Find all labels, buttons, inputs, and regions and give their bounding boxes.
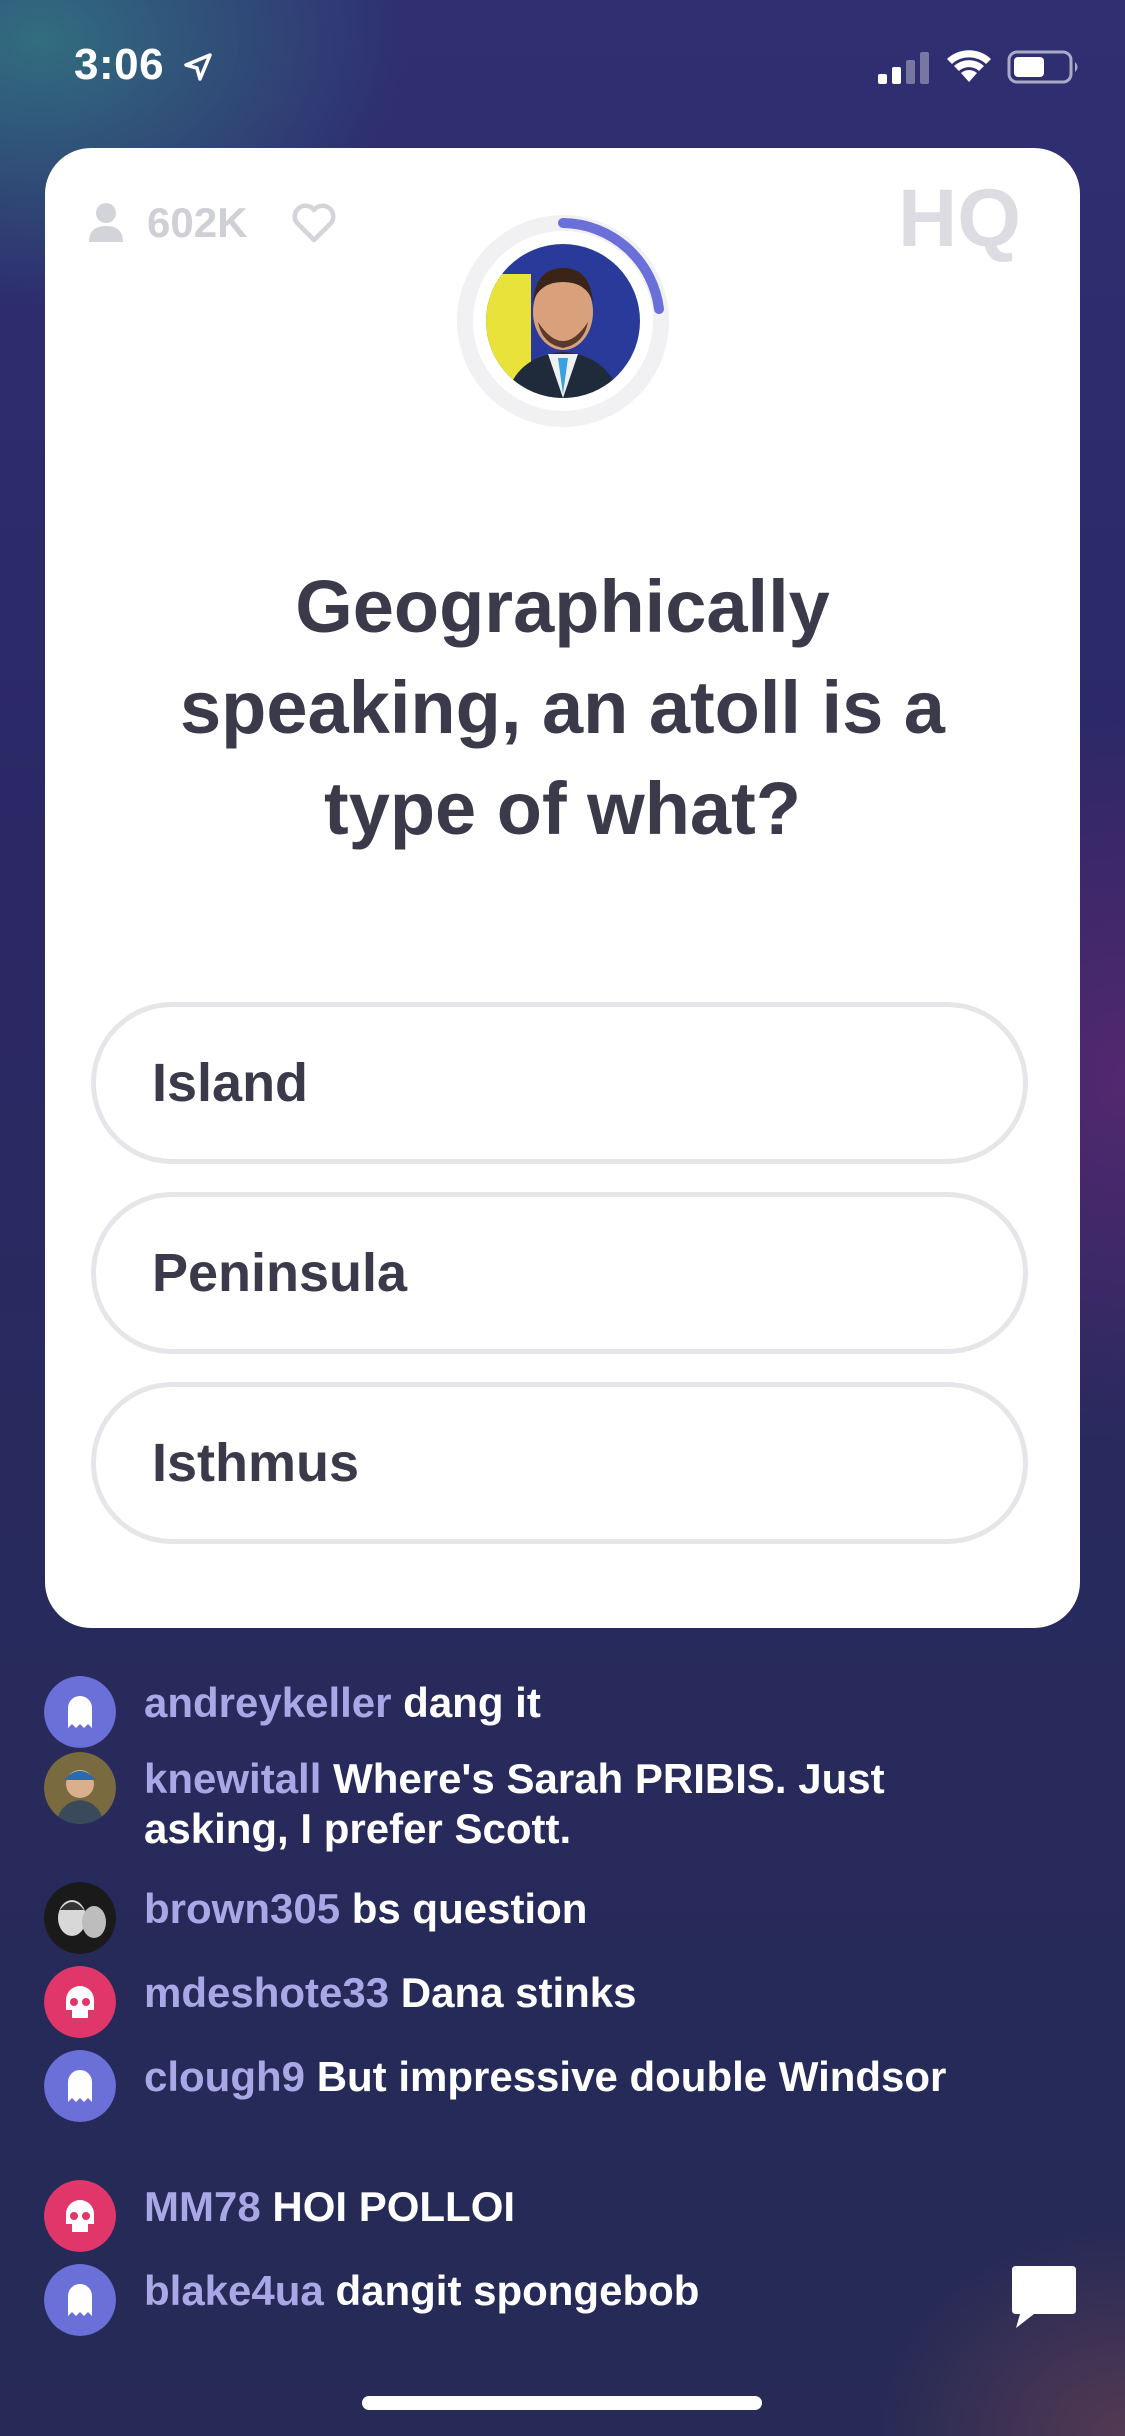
ghost-avatar-icon	[44, 2050, 116, 2122]
hq-logo: HQ	[898, 176, 1021, 264]
chat-username[interactable]: blake4ua	[144, 2267, 324, 2314]
chat-text: dang it	[403, 1679, 541, 1726]
ghost-avatar-icon	[44, 2264, 116, 2336]
hq-logo-text: HQ	[898, 176, 1021, 264]
wifi-icon	[947, 50, 991, 82]
answer-option-1[interactable]: Island	[91, 1002, 1028, 1164]
chat-message: knewitall Where's Sarah PRIBIS. Just ask…	[44, 1752, 994, 1854]
chat-username[interactable]: clough9	[144, 2053, 305, 2100]
cellular-signal-icon	[878, 52, 929, 84]
answer-option-3[interactable]: Isthmus	[91, 1382, 1028, 1544]
home-indicator[interactable]	[362, 2396, 762, 2410]
status-bar: 3:06	[0, 0, 1125, 140]
chat-username[interactable]: andreykeller	[144, 1679, 392, 1726]
status-time: 3:06	[74, 40, 165, 89]
chat-message: blake4ua dangit spongebob	[44, 2264, 700, 2336]
question-text: Geographically speaking, an atoll is a t…	[180, 565, 945, 850]
chat-text: dangit spongebob	[335, 2267, 700, 2314]
user-photo-avatar	[44, 1882, 116, 1954]
chat-username[interactable]: MM78	[144, 2183, 261, 2230]
chat-username[interactable]: mdeshote33	[144, 1969, 389, 2016]
chat-message: clough9 But impressive double Windsor	[44, 2050, 947, 2122]
answer-option-2[interactable]: Peninsula	[91, 1192, 1028, 1354]
chat-bubble-icon[interactable]	[1008, 2260, 1080, 2332]
location-arrow-icon	[184, 53, 212, 81]
question-card: 602K HQ Geographically speaking, an atol…	[45, 148, 1080, 1628]
viewer-info: 602K	[87, 198, 337, 248]
skull-avatar-icon	[44, 2180, 116, 2252]
chat-message: MM78 HOI POLLOI	[44, 2180, 516, 2252]
viewer-count: 602K	[147, 199, 248, 246]
chat-message: andreykeller dang it	[44, 1676, 541, 1748]
chat-text: HOI POLLOI	[272, 2183, 516, 2230]
chat-username[interactable]: knewitall	[144, 1755, 321, 1802]
ghost-avatar-icon	[44, 1676, 116, 1748]
chat-text: But impressive double Windsor	[316, 2053, 947, 2100]
host-avatar	[486, 244, 640, 398]
chat-text: Dana stinks	[400, 1969, 637, 2016]
host-timer	[455, 213, 671, 429]
user-photo-avatar	[44, 1752, 116, 1824]
skull-avatar-icon	[44, 1966, 116, 2038]
chat-message: brown305 bs question	[44, 1882, 588, 1954]
chat-username[interactable]: brown305	[144, 1885, 340, 1932]
heart-icon[interactable]	[291, 202, 337, 244]
person-icon	[89, 203, 123, 242]
battery-icon	[1007, 50, 1078, 84]
chat-text: bs question	[351, 1885, 588, 1932]
chat-message: mdeshote33 Dana stinks	[44, 1966, 637, 2038]
